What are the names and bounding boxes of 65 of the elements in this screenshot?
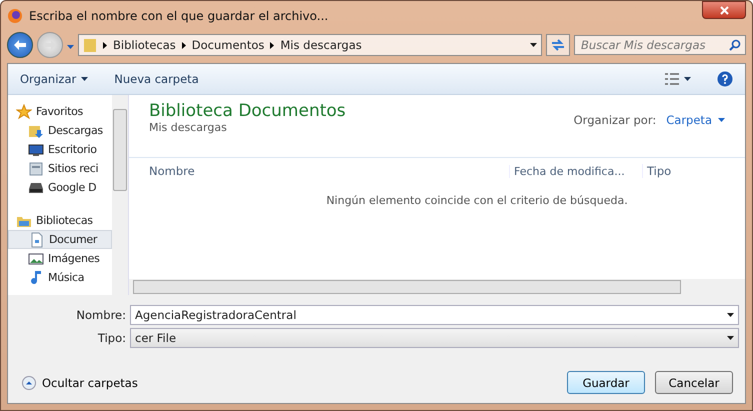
star-icon — [16, 104, 32, 120]
caret-icon — [530, 43, 537, 47]
library-title: Biblioteca Documentos — [149, 101, 346, 121]
name-label: Nombre: — [75, 308, 126, 322]
caret-icon — [727, 313, 734, 317]
file-name-field[interactable]: AgenciaRegistradoraCentral — [130, 305, 739, 325]
horizontal-scrollbar[interactable] — [129, 279, 745, 295]
view-button[interactable] — [665, 73, 691, 85]
new-folder-button[interactable]: Nueva carpeta — [114, 72, 199, 86]
caret-icon — [718, 118, 725, 122]
monitor-icon — [28, 142, 44, 158]
picture-icon — [28, 250, 44, 266]
refresh-arrows-icon — [551, 39, 565, 51]
type-label: Tipo: — [96, 331, 126, 345]
caret-icon — [67, 44, 74, 48]
column-header[interactable]: Nombre — [129, 164, 509, 178]
sidebar-item[interactable]: Música — [8, 268, 112, 287]
document-icon — [29, 232, 45, 248]
cancel-button[interactable]: Cancelar — [655, 371, 733, 394]
caret-icon — [727, 336, 734, 340]
list-view-icon — [665, 73, 679, 85]
back-button[interactable] — [7, 32, 33, 58]
arrange-dropdown[interactable]: Carpeta — [666, 113, 725, 127]
search-field[interactable]: Buscar Mis descargas — [574, 35, 746, 55]
arrange-label: Organizar por: — [574, 113, 656, 127]
breadcrumb-item[interactable]: Bibliotecas — [113, 38, 176, 52]
column-header[interactable]: Fecha de modifica... — [509, 164, 642, 178]
chevron-up-icon — [22, 376, 36, 390]
help-button[interactable] — [717, 71, 733, 87]
window-title: Escriba el nombre con el que guardar el archivo... — [29, 9, 330, 23]
hide-folders-button[interactable]: Ocultar carpetas — [22, 376, 138, 390]
save-button[interactable]: Guardar — [567, 371, 645, 394]
chevron-icon — [182, 42, 186, 48]
chevron-icon — [270, 42, 274, 48]
sidebar-item[interactable]: Documer — [8, 230, 112, 249]
sidebar-item[interactable]: Favoritos — [8, 102, 112, 121]
breadcrumb-item[interactable]: Mis descargas — [280, 38, 362, 52]
column-header[interactable]: Tipo — [642, 164, 745, 178]
organize-button[interactable]: Organizar — [20, 72, 88, 86]
sidebar-item[interactable]: Sitios reci — [8, 159, 112, 178]
close-icon — [720, 6, 728, 14]
document-icon — [28, 160, 44, 176]
vertical-scrollbar[interactable] — [112, 95, 128, 295]
music-note-icon — [28, 270, 44, 286]
address-bar[interactable]: Bibliotecas Documentos Mis descargas — [78, 34, 542, 56]
empty-message: Ningún elemento coincide con el criterio de búsqueda. — [325, 194, 629, 207]
refresh-button[interactable] — [546, 34, 570, 56]
file-type-dropdown[interactable]: cer File — [130, 328, 739, 348]
browser-logo-icon — [7, 8, 23, 24]
caret-icon — [684, 77, 691, 81]
sidebar-item[interactable]: Descargas — [8, 121, 112, 140]
close-button[interactable] — [702, 1, 746, 19]
help-icon — [717, 71, 733, 87]
breadcrumb-item[interactable]: Documentos — [192, 38, 264, 52]
caret-icon — [81, 77, 88, 81]
search-icon — [729, 39, 741, 51]
right-arrow-icon — [44, 40, 56, 50]
chevron-icon — [103, 42, 107, 48]
folder-icon — [83, 37, 97, 53]
left-arrow-icon — [14, 40, 26, 50]
sidebar-item[interactable]: Imágenes — [8, 249, 112, 268]
sidebar-item[interactable]: Bibliotecas — [8, 211, 112, 230]
sidebar-item[interactable]: Google D — [8, 178, 112, 197]
library-subtitle: Mis descargas — [149, 121, 228, 134]
sidebar-item[interactable]: Escritorio — [8, 140, 112, 159]
